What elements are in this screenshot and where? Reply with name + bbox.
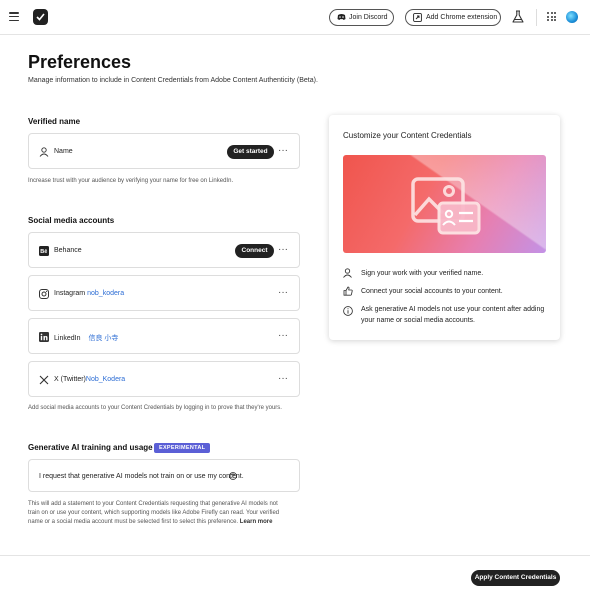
more-options-icon[interactable]: ··· [278, 331, 288, 341]
verified-name-row: Name Get started ··· [28, 133, 300, 169]
instagram-handle: nob_kodera [87, 290, 125, 297]
verified-name-note: Increase trust with your audience by ver… [28, 178, 234, 184]
footer-bar: Apply Content Credentials [0, 555, 590, 601]
verified-name-label: Name [54, 148, 73, 155]
social-account-x: X (Twitter)Nob_Kodera ··· [28, 361, 300, 397]
feature-text: Sign your work with your verified name. [361, 270, 484, 277]
social-accounts-heading: Social media accounts [28, 216, 115, 225]
top-bar: Join Discord Add Chrome extension [0, 0, 590, 35]
experimental-badge: EXPERIMENTAL [154, 443, 211, 453]
learn-more-link[interactable]: Learn more [240, 519, 273, 525]
feature-item: Connect your social accounts to your con… [343, 286, 548, 297]
x-handle: Nob_Kodera [85, 376, 126, 383]
genai-heading: Generative AI training and usage [28, 443, 153, 452]
info-icon [343, 306, 353, 316]
feature-item: Ask generative AI models not use your co… [343, 304, 553, 326]
image-credential-icon [411, 177, 481, 235]
extension-icon [413, 13, 422, 22]
apply-content-credentials-button[interactable]: Apply Content Credentials [471, 570, 560, 586]
x-label: X (Twitter) [54, 376, 86, 383]
verified-name-heading: Verified name [28, 117, 81, 126]
divider [536, 9, 537, 26]
instagram-icon [39, 289, 49, 299]
social-accounts-note: Add social media accounts to your Conten… [28, 405, 282, 411]
svg-text:Bē: Bē [40, 249, 47, 255]
person-icon [343, 268, 352, 278]
person-icon [39, 147, 49, 157]
feature-item: Sign your work with your verified name. [343, 268, 548, 279]
genai-preference-row[interactable]: I request that generative AI models not … [28, 459, 300, 492]
add-chrome-extension-button[interactable]: Add Chrome extension [405, 9, 501, 26]
apps-grid-icon[interactable] [547, 12, 556, 21]
customize-panel: Customize your Content Credentials Sign … [329, 115, 560, 340]
social-account-linkedin: LinkedIn 信良 小寺 ··· [28, 318, 300, 354]
genai-note-line2: train on or use your content, which supp… [28, 510, 280, 516]
social-account-instagram: Instagram nob_kodera ··· [28, 275, 300, 311]
more-options-icon[interactable]: ··· [278, 288, 288, 298]
page-title: Preferences [28, 52, 132, 72]
add-chrome-extension-label: Add Chrome extension [426, 14, 498, 21]
more-options-icon[interactable]: ··· [278, 245, 288, 255]
genai-note: This will add a statement to your Conten… [28, 500, 279, 527]
social-account-behance: Bē Behance Connect ··· [28, 232, 300, 268]
get-started-button[interactable]: Get started [227, 145, 274, 159]
avatar[interactable] [566, 11, 578, 23]
linkedin-handle: 信良 小寺 [88, 335, 119, 342]
page-subtitle: Manage information to include in Content… [28, 77, 318, 84]
discord-icon [337, 14, 346, 20]
instagram-label: Instagram [54, 290, 86, 297]
menu-icon[interactable] [9, 12, 19, 22]
content-credentials-illustration [343, 155, 546, 253]
behance-label: Behance [54, 247, 82, 254]
flask-icon[interactable] [512, 10, 524, 23]
connect-button[interactable]: Connect [235, 244, 274, 258]
genai-note-line3: name or a social media account must be s… [28, 519, 239, 525]
more-options-icon[interactable]: ··· [278, 146, 288, 156]
behance-icon: Bē [39, 246, 49, 256]
app-logo[interactable] [33, 9, 48, 25]
thumbs-up-icon [343, 286, 353, 296]
linkedin-label: LinkedIn [54, 335, 81, 342]
help-icon[interactable] [229, 472, 237, 480]
customize-panel-title: Customize your Content Credentials [343, 131, 472, 140]
feature-text: Connect your social accounts to your con… [361, 288, 503, 295]
x-twitter-icon [39, 375, 49, 385]
feature-text: Ask generative AI models not use your co… [361, 306, 545, 324]
linkedin-icon [39, 332, 49, 342]
genai-note-line1: This will add a statement to your Conten… [28, 501, 278, 507]
more-options-icon[interactable]: ··· [278, 374, 288, 384]
genai-preference-label: I request that generative AI models not … [39, 473, 244, 480]
join-discord-button[interactable]: Join Discord [329, 9, 394, 26]
join-discord-label: Join Discord [349, 14, 388, 21]
